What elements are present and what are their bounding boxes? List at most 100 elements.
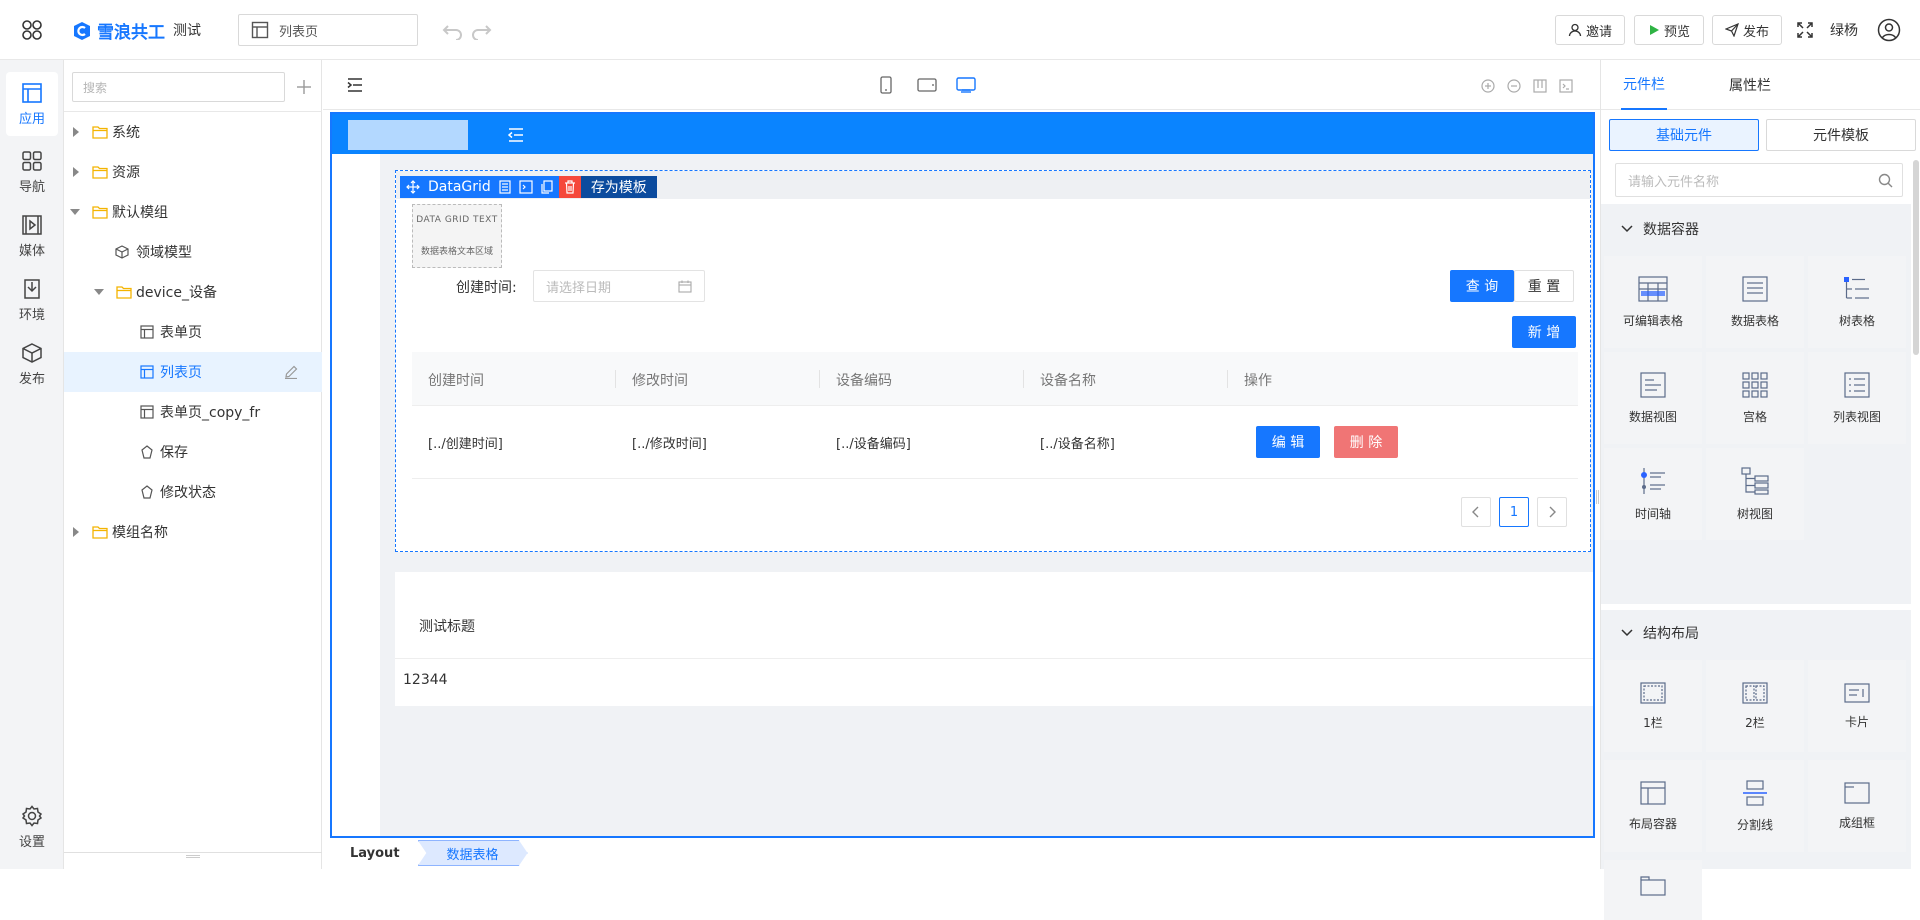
right-splitter[interactable] bbox=[1596, 490, 1599, 504]
tree-item-modify-status[interactable]: 修改状态 bbox=[64, 472, 322, 512]
section-header[interactable]: 数据容器 bbox=[1601, 204, 1911, 254]
component-editable-table[interactable]: 可编辑表格 bbox=[1604, 256, 1702, 348]
menu-indent-icon[interactable] bbox=[347, 78, 363, 92]
rail-item-publish[interactable]: 发布 bbox=[6, 332, 58, 396]
mobile-view-icon[interactable] bbox=[880, 76, 892, 94]
save-template-button[interactable]: 存为模板 bbox=[580, 176, 657, 198]
tab-components[interactable]: 元件栏 bbox=[1621, 60, 1667, 110]
folder-icon bbox=[92, 205, 108, 219]
tree-item-domain-model[interactable]: 领域模型 bbox=[64, 232, 322, 272]
date-picker-input[interactable]: 请选择日期 bbox=[533, 270, 705, 302]
search-icon[interactable] bbox=[1878, 173, 1893, 188]
add-button[interactable]: 新 增 bbox=[1512, 316, 1576, 348]
fullscreen-icon[interactable] bbox=[1797, 22, 1813, 38]
component-one-column[interactable]: 1栏 bbox=[1604, 660, 1702, 752]
next-page-button[interactable] bbox=[1537, 497, 1567, 527]
subtab-basic[interactable]: 基础元件 bbox=[1609, 119, 1759, 151]
delete-button[interactable]: 删 除 bbox=[1334, 426, 1398, 458]
subtab-templates[interactable]: 元件模板 bbox=[1766, 119, 1916, 151]
datagrid-component[interactable]: DataGrid 存为模板 DATA GRID TEXT 数据表格文本区域 创建… bbox=[395, 170, 1591, 552]
apps-menu-icon[interactable] bbox=[20, 18, 44, 42]
component-two-column[interactable]: 2栏 bbox=[1706, 660, 1804, 752]
component-label: 2栏 bbox=[1745, 715, 1765, 730]
section-data-containers: 数据容器 可编辑表格 数据表格 树表格 数据视图 宫格 列表视图 时间轴 树视图 bbox=[1601, 204, 1911, 604]
component-label: 树视图 bbox=[1736, 506, 1773, 521]
zoom-in-icon[interactable] bbox=[1481, 79, 1495, 93]
datagrid-text-area[interactable]: DATA GRID TEXT 数据表格文本区域 bbox=[412, 204, 502, 268]
edit-icon[interactable] bbox=[284, 365, 298, 379]
component-divider[interactable]: 分割线 bbox=[1706, 760, 1804, 852]
tree-item-form-copy[interactable]: 表单页_copy_fr bbox=[64, 392, 322, 432]
tablet-view-icon[interactable] bbox=[917, 78, 937, 92]
panel-scrollbar[interactable] bbox=[1913, 160, 1919, 355]
resize-handle[interactable] bbox=[186, 855, 200, 858]
rail-item-app[interactable]: 应用 bbox=[6, 72, 58, 136]
rail-item-media[interactable]: 媒体 bbox=[6, 204, 58, 268]
rail-item-settings[interactable]: 设置 bbox=[6, 795, 58, 859]
caret-down-icon[interactable] bbox=[94, 288, 104, 296]
component-timeline[interactable]: 时间轴 bbox=[1604, 448, 1702, 540]
tree-item-label: 默认模组 bbox=[112, 205, 168, 221]
tree-item-default-module[interactable]: 默认模组 bbox=[64, 192, 322, 232]
test-card[interactable]: 测试标题 12344 bbox=[395, 572, 1593, 706]
caret-right-icon[interactable] bbox=[72, 167, 80, 177]
tree-item-save[interactable]: 保存 bbox=[64, 432, 322, 472]
component-data-table[interactable]: 数据表格 bbox=[1706, 256, 1804, 348]
doc-icon[interactable] bbox=[499, 180, 511, 194]
breadcrumb-item-datagrid[interactable]: 数据表格 bbox=[417, 840, 528, 866]
add-icon[interactable] bbox=[296, 79, 312, 95]
prev-page-button[interactable] bbox=[1461, 497, 1491, 527]
caret-right-icon[interactable] bbox=[72, 127, 80, 137]
desktop-view-icon[interactable] bbox=[956, 77, 976, 93]
section-header[interactable]: 结构布局 bbox=[1601, 610, 1911, 656]
tree-item-system[interactable]: 系统 bbox=[64, 112, 322, 152]
component-group-box[interactable]: 成组框 bbox=[1808, 760, 1906, 852]
undo-icon[interactable] bbox=[442, 20, 464, 40]
component-data-view[interactable]: 数据视图 bbox=[1604, 352, 1702, 444]
component-search-placeholder: 请输入元件名称 bbox=[1628, 174, 1720, 190]
rail-item-env[interactable]: 环境 bbox=[6, 268, 58, 332]
page-number-button[interactable]: 1 bbox=[1499, 497, 1529, 527]
component-grid[interactable]: 宫格 bbox=[1706, 352, 1804, 444]
collapse-menu-icon[interactable] bbox=[508, 128, 524, 142]
component-card[interactable]: 卡片 bbox=[1808, 660, 1906, 752]
zoom-out-icon[interactable] bbox=[1507, 79, 1521, 93]
move-icon[interactable] bbox=[406, 180, 420, 194]
query-button[interactable]: 查 询 bbox=[1450, 270, 1514, 302]
caret-down-icon[interactable] bbox=[70, 208, 80, 216]
component-more[interactable] bbox=[1604, 860, 1702, 920]
publish-button[interactable]: 发布 bbox=[1712, 15, 1782, 45]
breadcrumb: Layout 数据表格 bbox=[330, 840, 528, 866]
terminal-icon[interactable] bbox=[519, 180, 533, 194]
avatar-icon[interactable] bbox=[1877, 18, 1901, 42]
page-selector[interactable]: 列表页 bbox=[238, 14, 418, 46]
caret-right-icon[interactable] bbox=[72, 527, 80, 537]
tree-item-resources[interactable]: 资源 bbox=[64, 152, 322, 192]
tree-item-form-page[interactable]: 表单页 bbox=[64, 312, 322, 352]
tree-item-module-name[interactable]: 模组名称 bbox=[64, 512, 322, 552]
copy-icon[interactable] bbox=[541, 180, 553, 194]
component-list-view[interactable]: 列表视图 bbox=[1808, 352, 1906, 444]
component-search-input[interactable]: 请输入元件名称 bbox=[1615, 163, 1903, 197]
code-icon[interactable] bbox=[1559, 79, 1573, 93]
redo-icon[interactable] bbox=[470, 20, 492, 40]
component-layout-container[interactable]: 布局容器 bbox=[1604, 760, 1702, 852]
tree-item-device[interactable]: device_设备 bbox=[64, 272, 322, 312]
component-label: 可编辑表格 bbox=[1622, 313, 1683, 328]
component-tree-table[interactable]: 树表格 bbox=[1808, 256, 1906, 348]
delete-icon[interactable] bbox=[558, 176, 581, 198]
edit-button[interactable]: 编 辑 bbox=[1256, 426, 1320, 458]
list-view-icon bbox=[1844, 371, 1870, 398]
invite-button[interactable]: 邀请 bbox=[1555, 15, 1625, 45]
preview-button[interactable]: 预览 bbox=[1634, 15, 1704, 45]
reset-button[interactable]: 重 置 bbox=[1514, 270, 1574, 302]
brand-name: 雪浪共工 bbox=[97, 23, 165, 43]
component-label: 宫格 bbox=[1742, 409, 1767, 424]
tree-item-list-page[interactable]: 列表页 bbox=[64, 352, 322, 392]
frame-icon[interactable] bbox=[1533, 79, 1547, 93]
tab-properties[interactable]: 属性栏 bbox=[1729, 60, 1771, 110]
component-tree-view[interactable]: 树视图 bbox=[1706, 448, 1804, 540]
rail-item-nav[interactable]: 导航 bbox=[6, 140, 58, 204]
tree-search-input[interactable]: 搜索 bbox=[72, 72, 285, 102]
breadcrumb-item-layout[interactable]: Layout bbox=[330, 840, 418, 866]
